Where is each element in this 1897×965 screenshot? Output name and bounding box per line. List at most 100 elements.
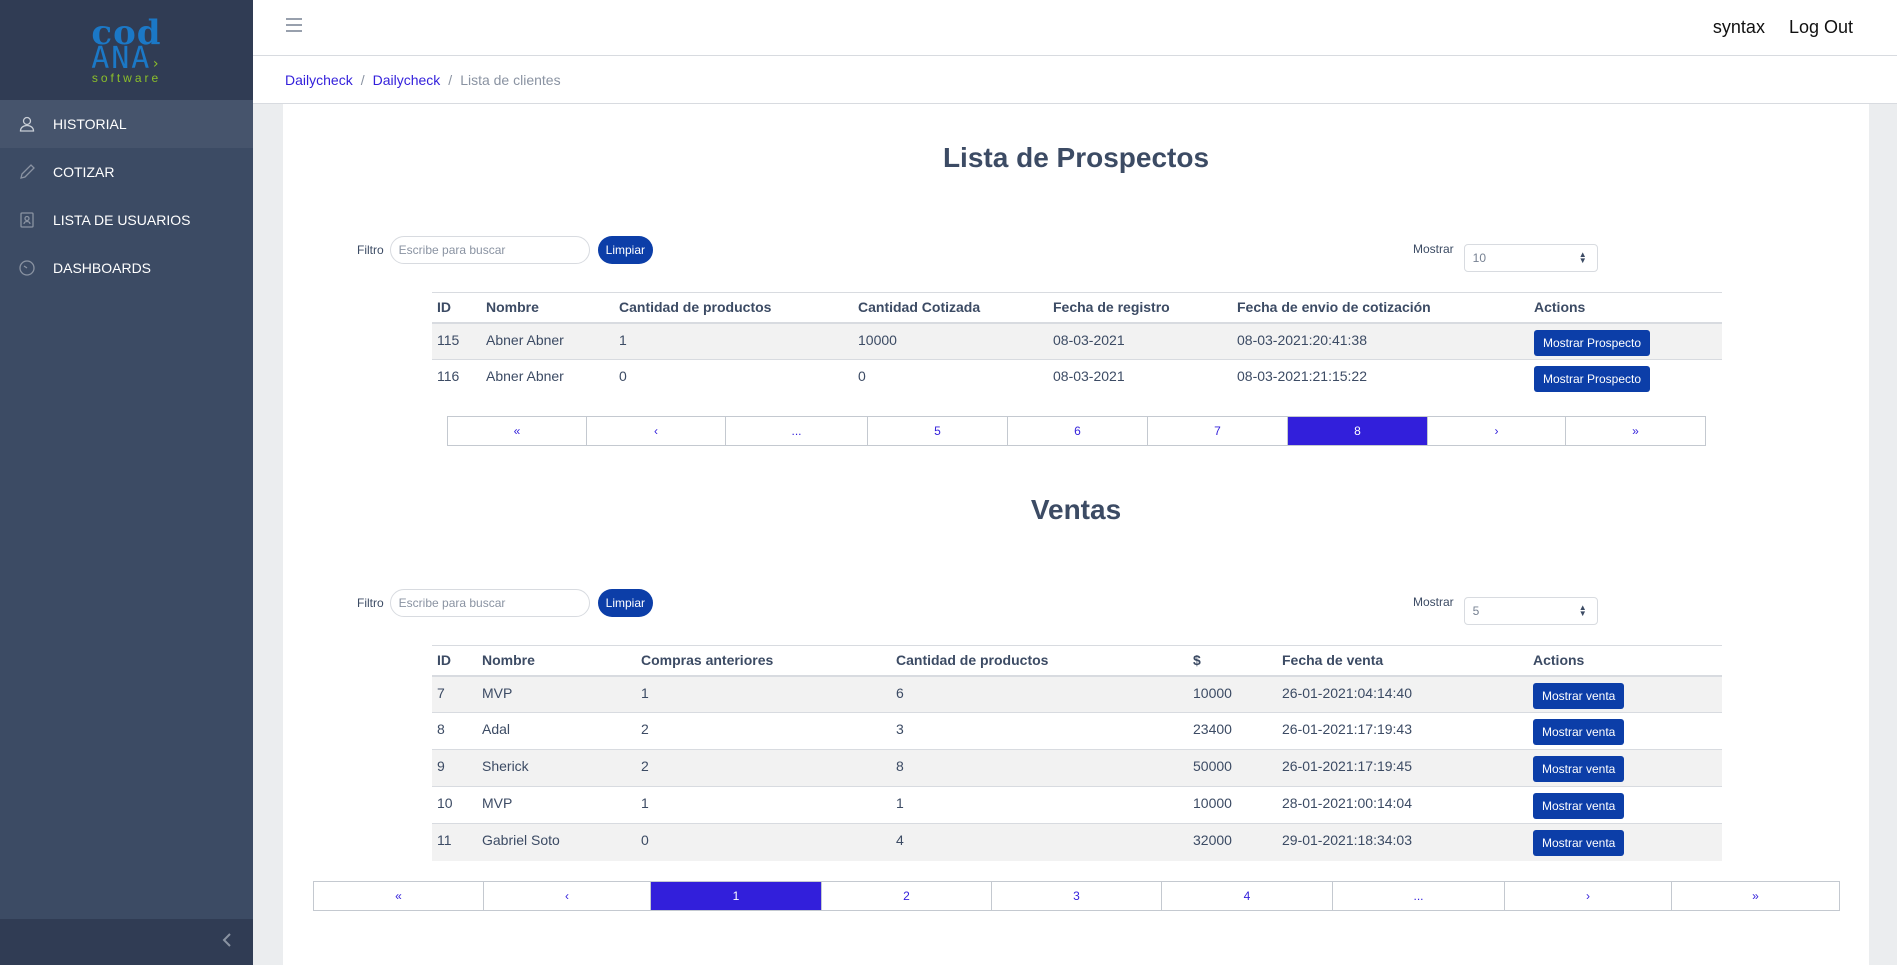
col-nombre: Nombre bbox=[477, 645, 636, 677]
logo-line2: ANA› bbox=[91, 41, 162, 76]
prospectos-clear-button[interactable]: Limpiar bbox=[597, 236, 654, 264]
page-last[interactable]: » bbox=[1672, 882, 1839, 910]
cell-cotizada: 10000 bbox=[853, 322, 1048, 360]
mostrar-venta-button[interactable]: Mostrar venta bbox=[1533, 830, 1625, 856]
sort-arrows-icon: ▲ ▼ bbox=[1578, 603, 1587, 618]
page-number[interactable]: 5 bbox=[868, 417, 1008, 445]
cell-actions: Mostrar Prospecto bbox=[1529, 322, 1722, 360]
prospectos-title: Lista de Prospectos bbox=[942, 142, 1210, 173]
page-first[interactable]: « bbox=[448, 417, 587, 445]
prospectos-page-size-select[interactable]: 10 ▲ ▼ bbox=[1463, 244, 1598, 272]
page-number-active[interactable]: 1 bbox=[651, 882, 822, 910]
cell-monto: 50000 bbox=[1188, 749, 1277, 787]
sidebar-item-label: LISTA DE USUARIOS bbox=[53, 212, 191, 228]
cell-productos: 4 bbox=[891, 823, 1188, 861]
cell-registro: 08-03-2021 bbox=[1048, 359, 1232, 397]
page-number[interactable]: 3 bbox=[992, 882, 1162, 910]
sidebar: cod ANA› software HISTORIAL COTIZAR LIST… bbox=[0, 0, 253, 965]
prospectos-search-input[interactable] bbox=[389, 236, 590, 264]
page-next[interactable]: › bbox=[1505, 882, 1672, 910]
ventas-pagination: « ‹ 1 2 3 4 ... › » bbox=[313, 881, 1840, 911]
brand[interactable]: cod ANA› software bbox=[0, 0, 253, 100]
chevron-left-icon bbox=[221, 932, 233, 953]
cell-fecha: 28-01-2021:00:14:04 bbox=[1277, 786, 1528, 824]
prospectos-page-size: Mostrar 10 ▲ ▼ bbox=[1413, 242, 1598, 272]
page-first[interactable]: « bbox=[314, 882, 484, 910]
col-cantidad-cotizada: Cantidad Cotizada bbox=[853, 292, 1048, 324]
page-ellipsis[interactable]: ... bbox=[1333, 882, 1505, 910]
breadcrumb: Dailycheck / Dailycheck / Lista de clien… bbox=[253, 56, 1897, 104]
col-id: ID bbox=[432, 292, 481, 324]
ventas-search-input[interactable] bbox=[389, 589, 590, 617]
page-prev[interactable]: ‹ bbox=[587, 417, 726, 445]
table-row: 10 MVP 1 1 10000 28-01-2021:00:14:04 Mos… bbox=[432, 786, 1722, 824]
cell-productos: 8 bbox=[891, 749, 1188, 787]
table-row: 8 Adal 2 3 23400 26-01-2021:17:19:43 Mos… bbox=[432, 712, 1722, 750]
sidebar-item-lista-usuarios[interactable]: LISTA DE USUARIOS bbox=[0, 196, 253, 244]
logo: cod ANA› software bbox=[91, 16, 162, 84]
cell-compras: 1 bbox=[636, 786, 891, 824]
cell-envio: 08-03-2021:21:15:22 bbox=[1232, 359, 1529, 397]
table-row: 9 Sherick 2 8 50000 26-01-2021:17:19:45 … bbox=[432, 749, 1722, 787]
cell-productos: 0 bbox=[614, 359, 853, 397]
menu-toggle-icon[interactable] bbox=[285, 17, 303, 38]
cell-id: 116 bbox=[432, 359, 481, 397]
select-value: 10 bbox=[1472, 251, 1487, 265]
ventas-clear-button[interactable]: Limpiar bbox=[597, 589, 654, 617]
mostrar-venta-button[interactable]: Mostrar venta bbox=[1533, 756, 1625, 782]
logout-link[interactable]: Log Out bbox=[1789, 17, 1853, 38]
cell-nombre: MVP bbox=[477, 675, 636, 713]
filter-label: Filtro bbox=[357, 243, 384, 257]
page-prev[interactable]: ‹ bbox=[484, 882, 651, 910]
sidebar-item-label: DASHBOARDS bbox=[53, 260, 152, 276]
ventas-page-size: Mostrar 5 ▲ ▼ bbox=[1413, 595, 1598, 625]
mostrar-label: Mostrar bbox=[1413, 595, 1454, 609]
table-row: 116 Abner Abner 0 0 08-03-2021 08-03-202… bbox=[432, 359, 1722, 397]
cell-cotizada: 0 bbox=[853, 359, 1048, 397]
col-fecha-registro: Fecha de registro bbox=[1048, 292, 1232, 324]
table-row: 11 Gabriel Soto 0 4 32000 29-01-2021:18:… bbox=[432, 823, 1722, 861]
page-number[interactable]: 6 bbox=[1008, 417, 1148, 445]
mostrar-venta-button[interactable]: Mostrar venta bbox=[1533, 682, 1625, 709]
page-ellipsis[interactable]: ... bbox=[726, 417, 868, 445]
page-number[interactable]: 4 bbox=[1162, 882, 1333, 910]
cell-nombre: Adal bbox=[477, 712, 636, 750]
col-id: ID bbox=[432, 645, 477, 677]
header-right: syntax Log Out bbox=[1713, 17, 1853, 38]
header: syntax Log Out bbox=[253, 0, 1897, 56]
cell-monto: 23400 bbox=[1188, 712, 1277, 750]
prospectos-filter: Filtro Limpiar bbox=[357, 236, 654, 264]
col-nombre: Nombre bbox=[481, 292, 614, 324]
page-number[interactable]: 2 bbox=[822, 882, 992, 910]
ventas-page-size-select[interactable]: 5 ▲ ▼ bbox=[1463, 597, 1598, 625]
ventas-table: ID Nombre Compras anteriores Cantidad de… bbox=[432, 645, 1722, 861]
cell-actions: Mostrar venta bbox=[1528, 749, 1722, 787]
sidebar-nav: HISTORIAL COTIZAR LISTA DE USUARIOS DASH… bbox=[0, 100, 253, 292]
page-number[interactable]: 7 bbox=[1148, 417, 1288, 445]
cell-compras: 1 bbox=[636, 675, 891, 713]
mostrar-prospecto-button[interactable]: Mostrar Prospecto bbox=[1534, 329, 1651, 356]
cell-monto: 10000 bbox=[1188, 675, 1277, 713]
user-name[interactable]: syntax bbox=[1713, 17, 1765, 38]
sidebar-item-cotizar[interactable]: COTIZAR bbox=[0, 148, 253, 196]
prospectos-table: ID Nombre Cantidad de productos Cantidad… bbox=[432, 292, 1722, 397]
cell-nombre: Sherick bbox=[477, 749, 636, 787]
breadcrumb-link-1[interactable]: Dailycheck bbox=[285, 72, 353, 88]
cell-monto: 10000 bbox=[1188, 786, 1277, 824]
breadcrumb-separator: / bbox=[360, 71, 365, 88]
breadcrumb-link-2[interactable]: Dailycheck bbox=[373, 72, 441, 88]
cell-actions: Mostrar Prospecto bbox=[1529, 359, 1722, 397]
filter-label: Filtro bbox=[357, 596, 384, 610]
mostrar-venta-button[interactable]: Mostrar venta bbox=[1533, 793, 1625, 819]
sidebar-minimize-button[interactable] bbox=[0, 919, 253, 965]
page-last[interactable]: » bbox=[1566, 417, 1705, 445]
sidebar-item-dashboards[interactable]: DASHBOARDS bbox=[0, 244, 253, 292]
sidebar-item-historial[interactable]: HISTORIAL bbox=[0, 100, 253, 148]
cell-id: 11 bbox=[432, 823, 477, 861]
page-number-active[interactable]: 8 bbox=[1288, 417, 1428, 445]
mostrar-venta-button[interactable]: Mostrar venta bbox=[1533, 719, 1625, 745]
sort-arrows-icon: ▲ ▼ bbox=[1578, 250, 1587, 265]
mostrar-prospecto-button[interactable]: Mostrar Prospecto bbox=[1534, 366, 1651, 392]
page-next[interactable]: › bbox=[1428, 417, 1566, 445]
col-actions: Actions bbox=[1529, 292, 1722, 324]
